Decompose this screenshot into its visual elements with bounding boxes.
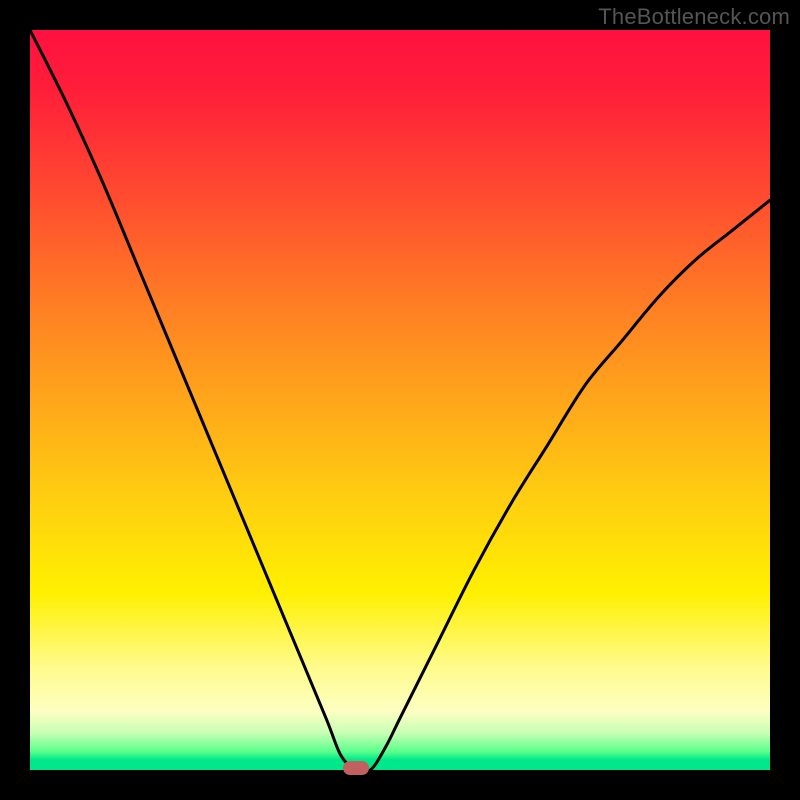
optimal-point-marker [343,761,369,775]
chart-frame: TheBottleneck.com [0,0,800,800]
bottleneck-curve [30,30,770,770]
chart-plot-area [30,30,770,770]
watermark-text: TheBottleneck.com [598,4,790,30]
